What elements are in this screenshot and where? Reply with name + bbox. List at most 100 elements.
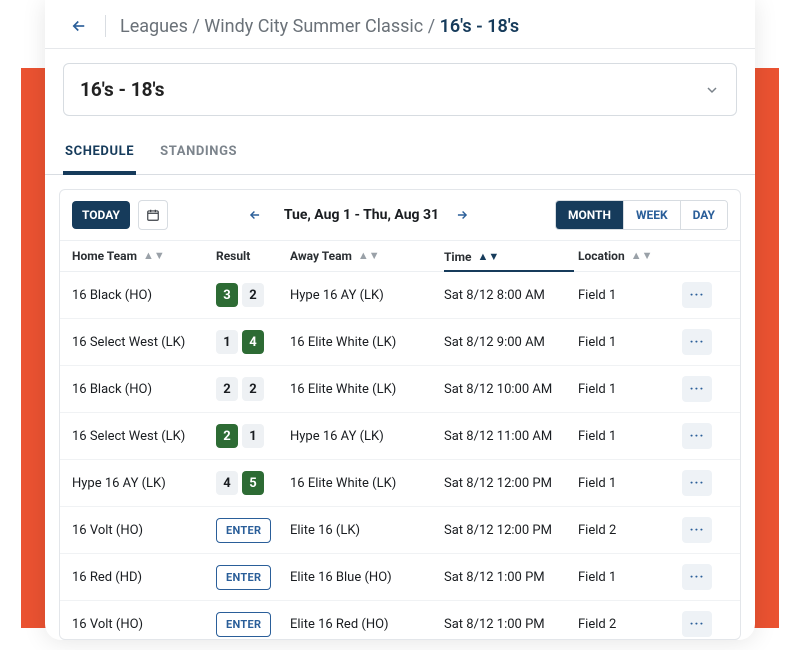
row-actions-button[interactable]: ··· [682,423,712,449]
cell-result: ENTER [216,612,286,637]
cell-location: Field 1 [578,476,678,491]
cell-location: Field 1 [578,429,678,444]
breadcrumb-leagues[interactable]: Leagues [120,16,188,37]
cell-home: 16 Volt (HO) [72,523,212,538]
score-away: 2 [242,377,264,401]
breadcrumb: Leagues / Windy City Summer Classic / 16… [45,0,755,49]
cell-time: Sat 8/12 1:00 PM [444,570,574,585]
tab-standings[interactable]: STANDINGS [158,134,239,174]
cell-result: ENTER [216,565,286,590]
arrow-left-icon [248,208,262,222]
app-card: Leagues / Windy City Summer Classic / 16… [45,0,755,640]
table-row: 16 Select West (LK)1416 Elite White (LK)… [60,319,740,366]
cell-home: 16 Black (HO) [72,288,212,303]
cell-time: Sat 8/12 8:00 AM [444,288,574,303]
chevron-down-icon [704,82,720,98]
table-row: 16 Select West (LK) 21 Hype 16 AY (LK) Sat … [60,413,740,460]
table-body: 16 Black (HO) 32 Hype 16 AY (LK) Sat 8/12 8… [60,272,740,640]
row-actions-button[interactable]: ··· [682,470,712,496]
cell-result: 45 [216,471,286,495]
table-row: 16 Volt (HO) ENTER Elite 16 (LK) Sat 8/12 1… [60,507,740,554]
col-time[interactable]: Time▲▼ [444,249,574,272]
row-actions-button[interactable]: ··· [682,564,712,590]
table-row: Hype 16 AY (LK) 45 16 Elite White (LK) Sat … [60,460,740,507]
cell-away: Elite 16 (LK) [290,523,440,538]
tab-schedule[interactable]: SCHEDULE [63,134,136,175]
cell-result: 32 [216,283,286,307]
cell-away: 16 Elite White (LK) [290,335,440,350]
cell-away: 16 Elite White (LK) [290,382,440,397]
table-row: 16 Volt (HO) ENTER Elite 16 Red (HO) Sat 8/… [60,601,740,640]
tabs: SCHEDULE STANDINGS [45,134,755,175]
view-day-button[interactable]: DAY [680,201,727,229]
breadcrumb-division: 16's - 18's [440,16,520,37]
score-home: 2 [216,377,238,401]
score-home: 1 [216,330,238,354]
cell-home: 16 Red (HD) [72,570,212,585]
schedule-toolbar: TODAY Tue, Aug 1 - Thu, Aug 31 MONTH WEE… [60,190,740,240]
cell-time: Sat 8/12 9:00 AM [444,335,574,350]
cell-home: Hype 16 AY (LK) [72,476,212,491]
cell-home: 16 Black (HO) [72,382,212,397]
cell-location: Field 1 [578,335,678,350]
row-actions-button[interactable]: ··· [682,611,712,637]
cell-location: Field 2 [578,617,678,632]
schedule-panel: TODAY Tue, Aug 1 - Thu, Aug 31 MONTH WEE… [59,189,741,640]
calendar-button[interactable] [138,200,168,230]
arrow-right-icon [455,208,469,222]
score-home: 2 [216,424,238,448]
next-range-button[interactable] [455,208,475,222]
enter-result-button[interactable]: ENTER [216,518,271,543]
cell-time: Sat 8/12 11:00 AM [444,429,574,444]
score-home: 4 [216,471,238,495]
table-header: Home Team▲▼ Result Away Team▲▼ Time▲▼ Lo… [60,240,740,272]
sort-icon: ▲▼ [631,253,653,259]
col-away[interactable]: Away Team▲▼ [290,249,440,263]
cell-away: 16 Elite White (LK) [290,476,440,491]
calendar-icon [146,208,160,222]
cell-time: Sat 8/12 10:00 AM [444,382,574,397]
col-home[interactable]: Home Team▲▼ [72,249,212,263]
view-month-button[interactable]: MONTH [556,201,623,229]
score-away: 2 [242,283,264,307]
score-away: 1 [242,424,264,448]
cell-result: 21 [216,424,286,448]
cell-home: 16 Select West (LK) [72,335,212,350]
row-actions-button[interactable]: ··· [682,517,712,543]
table-row: 16 Black (HO) 22 16 Elite White (LK) Sat 8/… [60,366,740,413]
view-segmented: MONTH WEEK DAY [555,200,728,230]
division-dropdown[interactable]: 16's - 18's [63,63,737,116]
cell-location: Field 1 [578,288,678,303]
enter-result-button[interactable]: ENTER [216,612,271,637]
cell-location: Field 1 [578,382,678,397]
prev-range-button[interactable] [248,208,268,222]
back-button[interactable] [67,14,91,38]
breadcrumb-league[interactable]: Windy City Summer Classic [204,16,423,37]
cell-time: Sat 8/12 1:00 PM [444,617,574,632]
cell-away: Elite 16 Blue (HO) [290,570,440,585]
sort-icon: ▲▼ [358,253,380,259]
row-actions-button[interactable]: ··· [682,282,712,308]
date-range-label: Tue, Aug 1 - Thu, Aug 31 [284,207,439,223]
sort-icon: ▲▼ [143,253,165,259]
division-dropdown-label: 16's - 18's [80,78,165,101]
row-actions-button[interactable]: ··· [682,376,712,402]
today-button[interactable]: TODAY [72,201,130,229]
cell-away: Hype 16 AY (LK) [290,429,440,444]
col-location[interactable]: Location▲▼ [578,249,678,263]
cell-time: Sat 8/12 12:00 PM [444,476,574,491]
enter-result-button[interactable]: ENTER [216,565,271,590]
table-row: 16 Black (HO) 32 Hype 16 AY (LK) Sat 8/12 8… [60,272,740,319]
cell-away: Elite 16 Red (HO) [290,617,440,632]
cell-time: Sat 8/12 12:00 PM [444,523,574,538]
cell-home: 16 Select West (LK) [72,429,212,444]
cell-away: Hype 16 AY (LK) [290,288,440,303]
row-actions-button[interactable]: ··· [682,329,712,355]
view-week-button[interactable]: WEEK [623,201,680,229]
breadcrumb-text: Leagues / Windy City Summer Classic / 16… [120,16,519,37]
cell-home: 16 Volt (HO) [72,617,212,632]
sort-icon: ▲▼ [478,254,500,260]
table-row: 16 Red (HD) ENTER Elite 16 Blue (HO) Sat 8/… [60,554,740,601]
cell-location: Field 2 [578,523,678,538]
col-result: Result [216,249,286,263]
